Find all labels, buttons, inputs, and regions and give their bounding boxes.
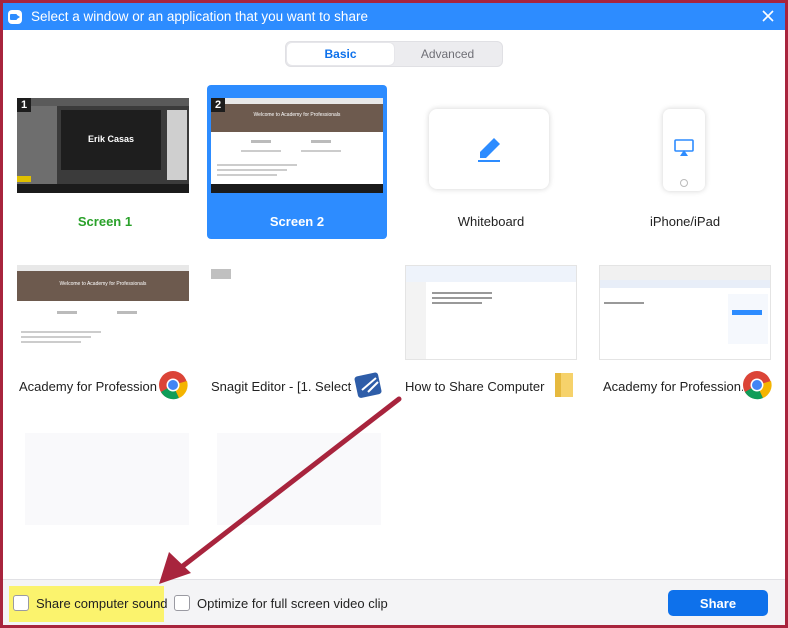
share-computer-sound-checkbox[interactable]: Share computer sound: [13, 595, 168, 611]
window-thumbnail: [405, 265, 577, 360]
window-tile[interactable]: Academy for Profession...: [595, 255, 775, 405]
whiteboard-label: Whiteboard: [457, 214, 525, 229]
window-label: Academy for Profession...: [19, 379, 157, 394]
checkbox-box[interactable]: [13, 595, 29, 611]
snagit-icon: [354, 372, 382, 398]
tab-advanced[interactable]: Advanced: [394, 43, 501, 65]
window-tile[interactable]: Welcome to Academy for Professionals Aca…: [13, 255, 193, 405]
window-label: Academy for Profession...: [603, 379, 743, 394]
participant-name: Erik Casas: [87, 134, 135, 144]
window-thumbnail: [211, 269, 231, 279]
share-computer-sound-label: Share computer sound: [36, 595, 168, 611]
window-tile[interactable]: How to Share Computer ...: [401, 255, 581, 405]
whiteboard-tile[interactable]: Whiteboard: [401, 85, 581, 239]
screen-2-thumbnail: Welcome to Academy for Professionals: [211, 98, 383, 193]
phone-thumbnail: [663, 109, 705, 191]
window-thumbnail: [599, 265, 771, 360]
thumb-heading: Welcome to Academy for Professionals: [253, 112, 341, 118]
screen-2-tile[interactable]: Welcome to Academy for Professionals 2 S…: [207, 85, 387, 239]
whiteboard-thumbnail: [429, 109, 549, 189]
folder-icon: [555, 373, 573, 397]
window-tile[interactable]: Snagit Editor - [1. Select ...: [207, 255, 387, 405]
iphone-ipad-label: iPhone/iPad: [649, 214, 721, 229]
screen-2-label: Screen 2: [269, 214, 325, 229]
window-label: Snagit Editor - [1. Select ...: [211, 379, 353, 394]
window-title: Select a window or an application that y…: [31, 9, 368, 24]
share-screen-dialog: Select a window or an application that y…: [0, 0, 788, 628]
tab-basic[interactable]: Basic: [287, 43, 394, 65]
chrome-icon: [743, 371, 772, 400]
share-button[interactable]: Share: [668, 590, 768, 616]
close-button[interactable]: [759, 7, 777, 25]
zoom-logo-icon: [8, 9, 22, 24]
screen-1-thumbnail: Erik Casas: [17, 98, 189, 193]
screen-number-badge: 1: [17, 98, 31, 112]
title-bar: Select a window or an application that y…: [3, 3, 785, 30]
empty-preview: [25, 433, 189, 525]
iphone-ipad-tile[interactable]: iPhone/iPad: [595, 85, 775, 239]
thumb-heading: Welcome to Academy for Professionals: [59, 281, 147, 287]
airplay-icon: [674, 139, 694, 156]
window-label: How to Share Computer ...: [405, 379, 547, 394]
empty-preview: [217, 433, 381, 525]
window-thumbnail: Welcome to Academy for Professionals: [17, 265, 189, 360]
checkbox-box[interactable]: [174, 595, 190, 611]
mode-tabs: Basic Advanced: [285, 41, 503, 67]
pen-icon: [478, 138, 500, 162]
screen-1-label: Screen 1: [77, 214, 133, 229]
screen-number-badge: 2: [211, 98, 225, 112]
close-icon: [762, 10, 774, 22]
bottom-bar: Share computer sound Optimize for full s…: [3, 579, 785, 625]
optimize-video-label: Optimize for full screen video clip: [197, 595, 388, 611]
home-button-icon: [680, 179, 688, 187]
screen-1-tile[interactable]: Erik Casas 1 Screen 1: [13, 85, 193, 239]
chrome-icon: [159, 371, 188, 400]
optimize-video-checkbox[interactable]: Optimize for full screen video clip: [174, 595, 388, 611]
